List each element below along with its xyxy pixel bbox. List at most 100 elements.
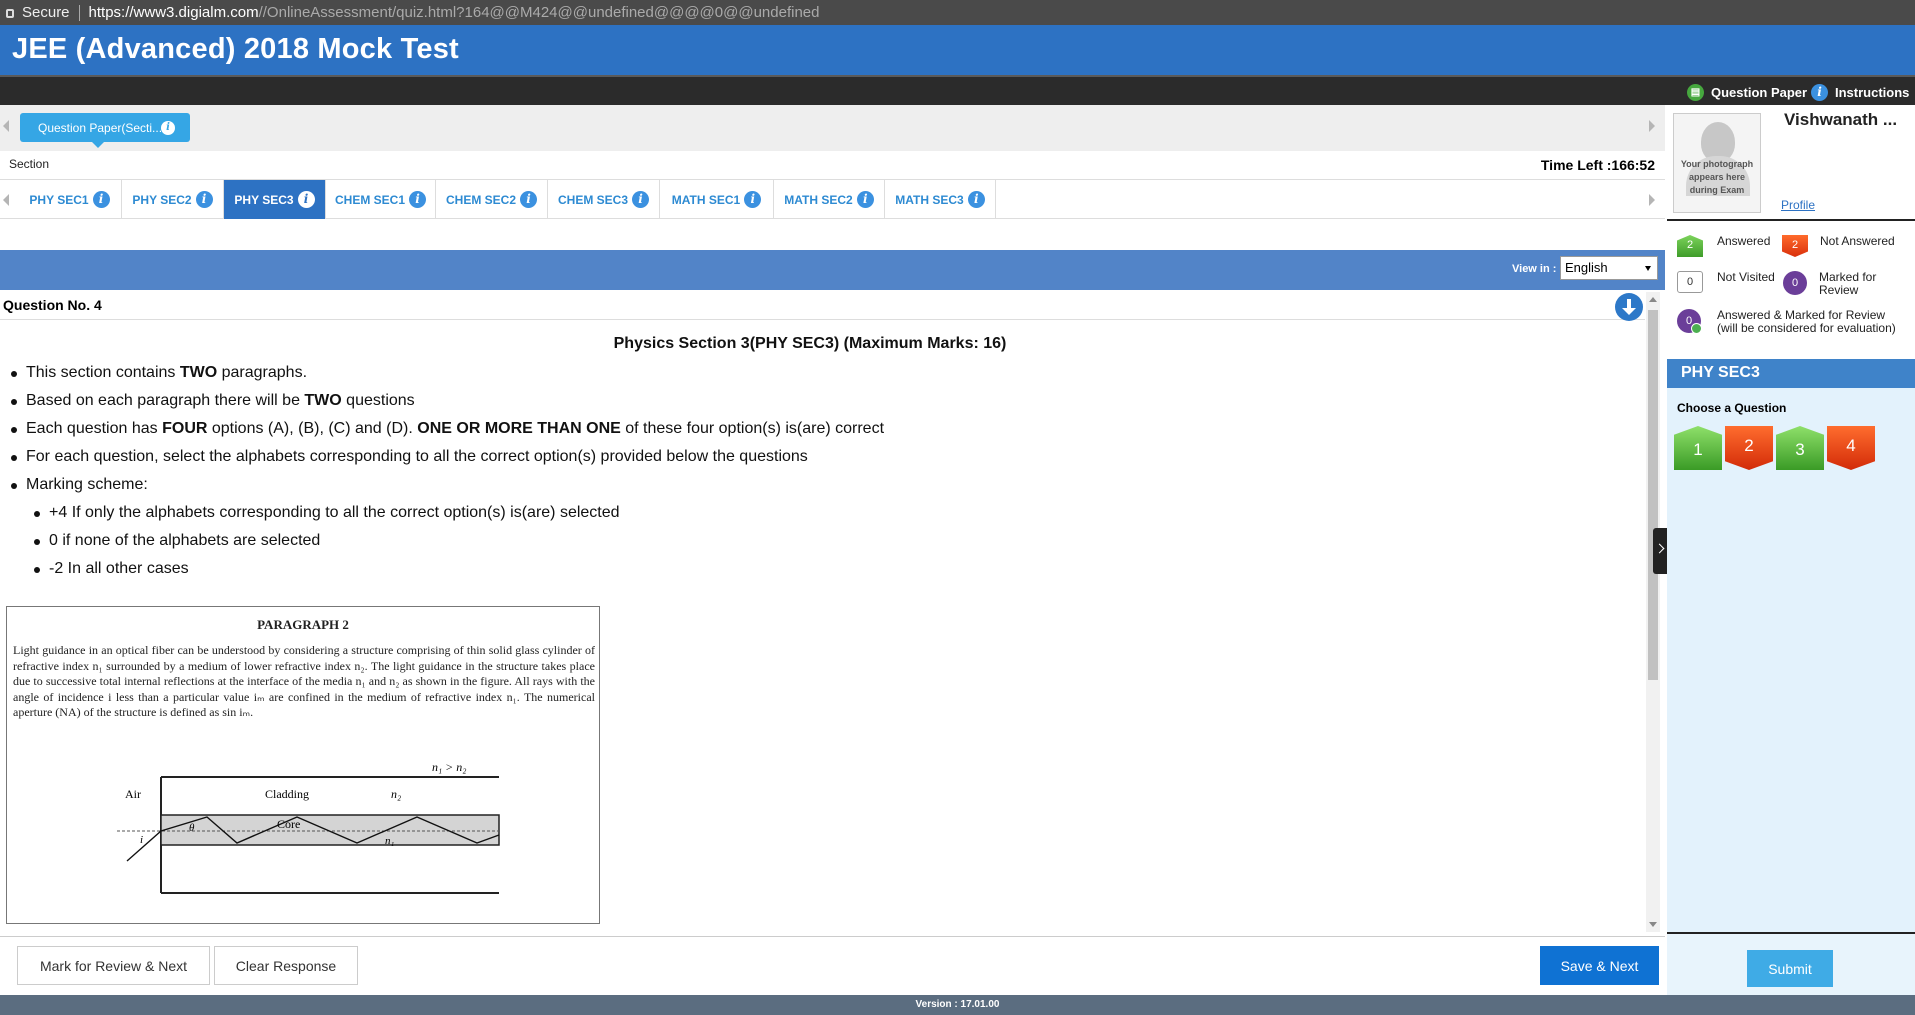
info-icon[interactable]: i — [520, 191, 537, 208]
info-icon[interactable]: i — [967, 191, 985, 208]
tab-phy-sec1[interactable]: PHY SEC1 i — [18, 180, 122, 219]
fig-i: i — [140, 834, 143, 846]
submit-button[interactable]: Submit — [1747, 950, 1833, 987]
info-icon: i — [1811, 84, 1828, 101]
info-icon[interactable]: i — [195, 191, 213, 208]
tab-chem-sec1[interactable]: CHEM SEC1 i — [326, 180, 436, 219]
question-paper-tab-label: Question Paper(Secti... — [38, 121, 163, 135]
photo-placeholder-text: Your photograph appears here during Exam — [1680, 159, 1754, 195]
question-number: Question No. 4 — [0, 292, 1645, 320]
optical-fiber-figure: n₁ > n₂ Air Cladding n₂ Core n₁ θ i — [117, 760, 500, 894]
question-button-1[interactable]: 1 — [1674, 426, 1722, 470]
tab-pointer — [92, 142, 104, 148]
mark-review-next-button[interactable]: Mark for Review & Next — [17, 946, 210, 985]
info-icon[interactable]: i — [744, 191, 762, 208]
scroll-right-icon[interactable] — [1649, 120, 1655, 132]
list-item: For each question, select the alphabets … — [10, 447, 884, 475]
marking-item: +4 If only the alphabets corresponding t… — [33, 503, 884, 531]
answered-marked-badge: 0 — [1677, 309, 1702, 334]
list-item: Based on each paragraph there will be TW… — [10, 391, 884, 419]
instructions-link[interactable]: i Instructions — [1811, 84, 1909, 101]
tab-chem-sec3[interactable]: CHEM SEC3 i — [548, 180, 660, 219]
paragraph-image: PARAGRAPH 2 Light guidance in an optical… — [6, 606, 600, 924]
section-heading: Physics Section 3(PHY SEC3) (Maximum Mar… — [613, 335, 1007, 352]
answered-badge: 2 — [1677, 235, 1703, 257]
save-next-button[interactable]: Save & Next — [1540, 946, 1659, 985]
status-legend: 2 Answered 2 Not Answered 0 Not Visited … — [1667, 219, 1915, 364]
language-selected: English — [1565, 260, 1608, 275]
language-bar: View in : English — [0, 250, 1665, 290]
question-paper-bar: Question Paper(Secti... i — [0, 105, 1665, 151]
marking-item: -2 In all other cases — [33, 559, 884, 587]
candidate-name: Vishwanath ... — [1784, 110, 1898, 129]
lock-icon — [6, 9, 14, 18]
question-paper-label: Question Paper — [1711, 85, 1808, 100]
info-icon[interactable]: i — [161, 121, 175, 135]
tab-label: MATH SEC3 — [895, 192, 964, 207]
scroll-down-icon[interactable] — [1615, 293, 1643, 321]
scrollbar-thumb[interactable] — [1648, 310, 1658, 680]
palette-section-title: PHY SEC3 — [1667, 359, 1915, 388]
paragraph-text: Light guidance in an optical fiber can b… — [13, 643, 595, 719]
fig-n2: n₂ — [391, 787, 401, 801]
tab-label: CHEM SEC1 — [334, 192, 405, 207]
info-icon[interactable]: i — [632, 191, 649, 208]
tab-math-sec2[interactable]: MATH SEC2 i — [774, 180, 885, 219]
submit-area: Submit — [1667, 934, 1915, 995]
tab-math-sec1[interactable]: MATH SEC1 i — [660, 180, 774, 219]
app-title: JEE (Advanced) 2018 Mock Test — [12, 33, 459, 65]
tab-label: CHEM SEC2 — [445, 192, 516, 207]
browser-url-bar[interactable]: Secure https://www3.digialm.com//OnlineA… — [0, 0, 1915, 25]
question-button-2[interactable]: 2 — [1725, 426, 1773, 470]
question-button-3[interactable]: 3 — [1776, 426, 1824, 470]
info-icon[interactable]: i — [92, 191, 110, 208]
not-answered-badge: 2 — [1782, 235, 1808, 257]
tab-label: PHY SEC2 — [132, 192, 192, 207]
fig-air: Air — [125, 787, 141, 801]
fig-condition: n₁ > n₂ — [432, 760, 466, 774]
answered-label: Answered — [1717, 234, 1771, 248]
info-icon[interactable]: i — [409, 191, 426, 208]
content-scrollbar[interactable] — [1646, 292, 1660, 932]
instructions-label: Instructions — [1835, 85, 1910, 100]
avatar: Your photograph appears here during Exam — [1673, 113, 1761, 213]
profile-link[interactable]: Profile — [1781, 198, 1815, 212]
section-tabs: PHY SEC1 i PHY SEC2 i PHY SEC3 i CHEM SEC1 i… — [0, 179, 1665, 219]
tab-label: MATH SEC1 — [671, 192, 741, 207]
chevron-down-icon — [1645, 266, 1651, 271]
info-icon[interactable]: i — [856, 191, 874, 208]
instruction-list: This section contains TWO paragraphs. Ba… — [10, 363, 884, 587]
question-button-4[interactable]: 4 — [1827, 426, 1875, 470]
tab-label: PHY SEC1 — [29, 192, 89, 207]
tab-math-sec3[interactable]: MATH SEC3 i — [885, 180, 996, 219]
question-paper-link[interactable]: ▤ Question Paper — [1687, 84, 1807, 101]
choose-question-label: Choose a Question — [1677, 401, 1787, 415]
fig-cladding: Cladding — [265, 787, 309, 801]
tabs-scroll-right-icon[interactable] — [1649, 194, 1655, 206]
tab-label: CHEM SEC3 — [557, 192, 628, 207]
question-paper-tab[interactable]: Question Paper(Secti... i — [20, 113, 190, 148]
fig-n1: n₁ — [385, 835, 395, 847]
tab-phy-sec2[interactable]: PHY SEC2 i — [122, 180, 224, 219]
view-in-label: View in : — [1512, 263, 1557, 275]
fig-theta: θ — [189, 822, 195, 834]
marked-badge: 0 — [1783, 271, 1807, 295]
tab-label: MATH SEC2 — [784, 192, 853, 207]
not-visited-label: Not Visited — [1717, 270, 1775, 284]
tab-chem-sec2[interactable]: CHEM SEC2 i — [436, 180, 548, 219]
info-icon[interactable]: i — [297, 191, 315, 208]
tab-phy-sec3[interactable]: PHY SEC3 i — [224, 180, 326, 219]
list-item: Each question has FOUR options (A), (B),… — [10, 419, 884, 447]
scroll-up-arrow[interactable] — [1649, 297, 1657, 302]
url-host: https://www3.digialm.com — [88, 4, 259, 21]
tabs-scroll-left-icon[interactable] — [3, 194, 9, 206]
language-select[interactable]: English — [1560, 256, 1658, 280]
scroll-down-arrow[interactable] — [1649, 922, 1657, 927]
not-answered-label: Not Answered — [1820, 234, 1895, 248]
panel-toggle-icon[interactable] — [1653, 528, 1667, 574]
question-paper-icon: ▤ — [1687, 84, 1704, 101]
clear-response-button[interactable]: Clear Response — [214, 946, 358, 985]
list-item: Marking scheme: — [10, 475, 884, 503]
section-header: Section Time Left :166:52 — [0, 151, 1665, 179]
scroll-left-icon[interactable] — [3, 120, 9, 132]
